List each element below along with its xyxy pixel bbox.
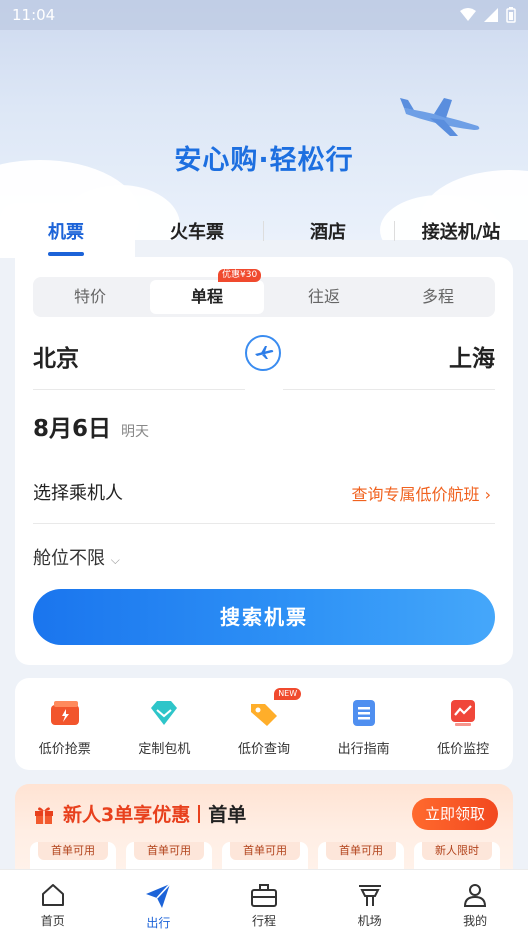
nav-profile[interactable]: 我的: [422, 870, 528, 939]
flight-search-card: 特价 单程 优惠¥30 往返 多程 北京 上海 8月6日 明天 选择乘机人 查询…: [15, 257, 513, 665]
chevron-right-icon: ›: [484, 485, 491, 504]
diamond-icon: [151, 701, 178, 725]
search-flights-button[interactable]: 搜索机票: [33, 589, 495, 645]
slogan: 安心购·轻松行: [174, 145, 354, 176]
trip-type-roundtrip[interactable]: 往返: [267, 277, 381, 317]
cabin-label: 舱位不限: [33, 548, 105, 569]
trip-type-multi[interactable]: 多程: [381, 277, 495, 317]
passenger-selector[interactable]: 选择乘机人: [33, 479, 123, 505]
paper-plane-icon: [146, 883, 171, 908]
date-selector[interactable]: 8月6日 明天: [33, 409, 149, 443]
promo-separator: [198, 804, 201, 823]
promo-first-order: 首单: [208, 804, 247, 826]
tool-label: 低价查询: [237, 742, 290, 757]
tool-label: 出行指南: [337, 742, 390, 757]
departure-date-hint: 明天: [121, 424, 150, 440]
tools-card: 低价抢票 定制包机 NEW 低价查询 出行指南 低价监控: [15, 678, 513, 770]
chevron-down-icon: ⌵: [110, 553, 120, 567]
new-badge: NEW: [274, 688, 302, 700]
tab-transfer[interactable]: 接送机/站: [394, 218, 528, 244]
tab-underline: [48, 252, 84, 256]
coupon-tag: 首单可用: [38, 842, 108, 860]
low-price-link-label: 查询专属低价航班: [351, 485, 480, 504]
coupon-tag: 首单可用: [326, 842, 396, 860]
bottom-navigation: 首页 出行 行程 机场 我的: [0, 869, 528, 939]
swap-cities-button[interactable]: [245, 335, 281, 371]
home-icon: [41, 884, 64, 906]
divider: [283, 389, 495, 390]
wifi-icon: [460, 8, 476, 21]
ticket-icon: [50, 701, 79, 725]
nav-label: 机场: [357, 914, 382, 928]
battery-icon: [506, 7, 516, 23]
status-time: 11:04: [12, 6, 56, 24]
tool-price-monitor[interactable]: 低价监控: [413, 696, 513, 770]
swap-plane-icon: [255, 346, 274, 359]
user-icon: [464, 884, 487, 907]
trip-type-oneway[interactable]: 单程 优惠¥30: [150, 269, 264, 314]
tab-divider: [263, 221, 264, 241]
airplane-icon: [400, 98, 480, 136]
nav-home[interactable]: 首页: [0, 870, 106, 939]
signal-icon: [484, 8, 498, 22]
tab-train[interactable]: 火车票: [132, 218, 262, 244]
nav-label: 行程: [251, 914, 276, 928]
departure-city[interactable]: 北京: [33, 339, 79, 373]
airport-icon: [358, 885, 381, 906]
discount-badge: 优惠¥30: [218, 269, 262, 282]
claim-button[interactable]: 立即领取: [412, 798, 498, 830]
gift-icon: [35, 806, 53, 824]
category-tabs: 机票 火车票 酒店 接送机/站: [0, 203, 528, 258]
tool-travel-guide[interactable]: 出行指南: [314, 696, 414, 770]
status-bar: 11:04: [0, 0, 528, 30]
guide-icon: [352, 700, 375, 726]
price-tag-icon: [250, 704, 277, 726]
promo-title: 新人3单享优惠 首单: [33, 800, 246, 827]
trip-type-selector: 特价 单程 优惠¥30 往返 多程: [33, 269, 495, 317]
coupon-tag: 首单可用: [230, 842, 300, 860]
tab-flight[interactable]: 机票: [0, 218, 132, 244]
low-price-link[interactable]: 查询专属低价航班 ›: [351, 481, 491, 505]
arrival-city[interactable]: 上海: [449, 339, 495, 373]
nav-airport[interactable]: 机场: [317, 870, 423, 939]
divider: [33, 523, 495, 524]
nav-label: 出行: [146, 916, 171, 930]
trip-type-oneway-label: 单程: [190, 287, 223, 306]
monitor-icon: [451, 700, 476, 726]
tool-charter[interactable]: 定制包机: [115, 696, 215, 770]
luggage-icon: [250, 884, 277, 907]
coupon-tag: 首单可用: [134, 842, 204, 860]
tool-grab-ticket[interactable]: 低价抢票: [15, 696, 115, 770]
divider: [33, 389, 245, 390]
nav-label: 我的: [463, 914, 488, 928]
nav-itinerary[interactable]: 行程: [211, 870, 317, 939]
coupon-tag: 新人限时: [422, 842, 492, 860]
nav-label: 首页: [40, 914, 65, 928]
tool-label: 定制包机: [138, 742, 191, 757]
tool-price-query[interactable]: NEW 低价查询: [214, 688, 314, 770]
departure-date: 8月6日: [33, 416, 112, 442]
promo-title-text: 新人3单享优惠: [63, 804, 191, 826]
tool-label: 低价抢票: [38, 742, 91, 757]
nav-travel[interactable]: 出行: [106, 870, 212, 939]
tab-hotel[interactable]: 酒店: [262, 218, 394, 244]
cabin-selector[interactable]: 舱位不限 ⌵: [33, 544, 120, 570]
trip-type-special[interactable]: 特价: [33, 277, 147, 317]
tab-divider: [394, 221, 395, 241]
tool-label: 低价监控: [437, 742, 490, 757]
